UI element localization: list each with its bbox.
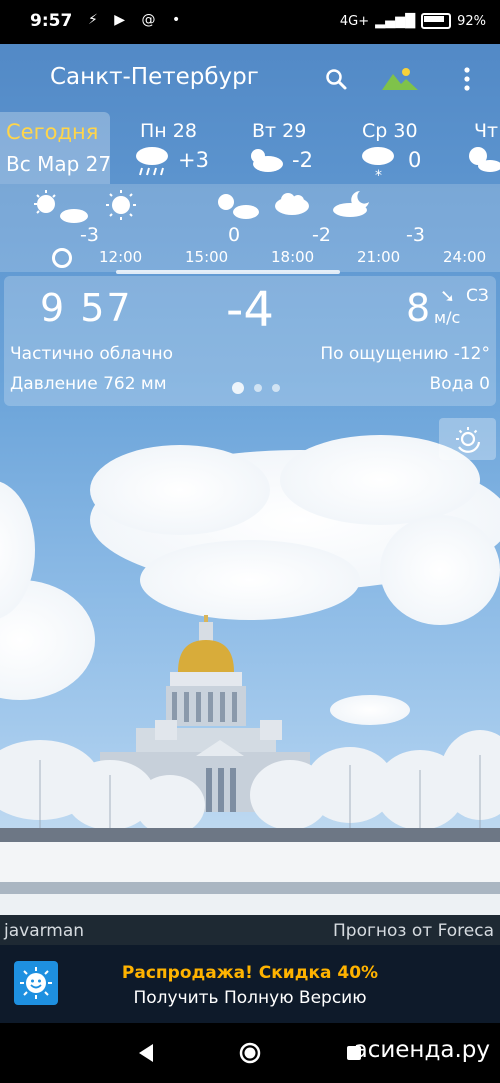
attribution-bar: javarman Прогноз от Foreca <box>0 915 500 945</box>
daily-forecast: Сегодня Вс Мар 27 Пн 28 +3 Вт 29 -2 Ср 3… <box>0 112 500 184</box>
day-name: Сегодня <box>6 120 99 144</box>
hourly-temp: -3 <box>80 224 99 246</box>
battery-icon <box>421 13 452 29</box>
current-time-marker-icon <box>52 248 72 268</box>
sun-icon <box>104 188 138 226</box>
cloudy-night-icon <box>330 188 374 222</box>
hourly-time: 24:00 <box>443 248 487 266</box>
promo-banner[interactable]: Распродажа! Скидка 40% Получить Полную В… <box>0 945 500 1023</box>
wind-unit: м/с <box>434 308 461 327</box>
home-icon[interactable] <box>238 1041 262 1065</box>
hourly-time: 21:00 <box>357 248 401 266</box>
day-today[interactable]: Сегодня Вс Мар 27 <box>0 112 112 184</box>
cloud-icon <box>272 190 312 220</box>
system-nav-bar: асиенда.ру <box>0 1023 500 1083</box>
partly-cloudy-icon <box>244 144 286 178</box>
landscape-icon[interactable] <box>382 64 418 94</box>
page-dot-active <box>232 382 244 394</box>
day-name: Вт 29 <box>252 120 307 142</box>
hourly-temp: -3 <box>406 224 425 246</box>
watermark-text: асиенда.ру <box>353 1037 490 1063</box>
wind-direction: СЗ <box>466 286 489 306</box>
current-time: 9 57 <box>40 286 133 330</box>
network-label: 4G+ <box>339 13 370 29</box>
pressure: Давление 762 мм <box>10 374 167 394</box>
more-options-icon[interactable] <box>452 64 482 94</box>
status-time: 9:57 <box>30 11 73 31</box>
page-dot <box>272 384 280 392</box>
back-icon[interactable] <box>134 1041 158 1065</box>
hourly-temp: 0 <box>228 224 241 246</box>
page-indicator <box>232 382 280 394</box>
forecast-provider[interactable]: Прогноз от Foreca <box>333 921 494 941</box>
day-wed[interactable]: Ср 30 * 0 <box>356 112 456 184</box>
status-notification-icons: ⚡ ▶ @ • <box>88 12 187 28</box>
wind-speed: 8 <box>406 286 431 330</box>
condition-text: Частично облачно <box>10 344 174 364</box>
page-dot <box>254 384 262 392</box>
hourly-temp: -2 <box>312 224 331 246</box>
city-title[interactable]: Санкт-Петербург <box>50 64 259 90</box>
sun-cycle-icon <box>455 427 480 453</box>
partly-cloudy-icon <box>464 144 500 178</box>
day-temp: 0 <box>408 148 422 172</box>
promo-sale-text: Распродажа! Скидка 40% <box>121 963 379 983</box>
hourly-time: 18:00 <box>271 248 315 266</box>
rain-icon <box>132 144 172 180</box>
day-name: Ср 30 <box>362 120 418 142</box>
promo-cta-text: Получить Полную Версию <box>133 988 367 1008</box>
status-bar: 9:57 ⚡ ▶ @ • 4G+ ▂▄▆█ 92% <box>0 0 500 44</box>
signal-icon: ▂▄▆█ <box>375 13 416 29</box>
partly-cloudy-icon <box>32 188 92 228</box>
day-name: Пн 28 <box>140 120 197 142</box>
water-temperature: Вода 0 <box>429 374 490 394</box>
day-name: Чт <box>474 120 499 142</box>
feels-like: По ощущению -12° <box>320 344 490 364</box>
day-mon[interactable]: Пн 28 +3 <box>128 112 228 184</box>
wind-direction-arrow-icon: ➘ <box>440 286 456 307</box>
day-tue[interactable]: Вт 29 -2 <box>242 112 342 184</box>
day-temp: +3 <box>178 148 209 172</box>
current-conditions-panel[interactable]: 9 57 -4 8 ➘ СЗ м/с Частично облачно По о… <box>4 276 496 406</box>
sun-info-button[interactable] <box>439 418 496 460</box>
photo-author[interactable]: javarman <box>4 921 84 941</box>
battery-level: 92% <box>457 13 486 29</box>
search-icon[interactable] <box>321 64 351 94</box>
partly-cloudy-icon <box>212 188 262 226</box>
hourly-scroll-indicator <box>116 270 340 274</box>
day-date: Вс Мар 27 <box>6 152 112 176</box>
current-temperature: -4 <box>226 282 274 338</box>
background-photo <box>0 410 500 915</box>
svg-text:*: * <box>375 168 382 182</box>
day-thu[interactable]: Чт <box>462 112 500 184</box>
day-temp: -2 <box>292 148 313 172</box>
status-right: 4G+ ▂▄▆█ 92% <box>340 13 486 29</box>
hourly-forecast[interactable]: -3 0 -2 -3 12:00 15:00 18:00 21:00 24:00 <box>0 184 500 274</box>
snow-icon: * <box>358 142 398 186</box>
hourly-time: 12:00 <box>99 248 143 266</box>
app-toolbar: Санкт-Петербург <box>0 44 500 112</box>
hourly-time: 15:00 <box>185 248 229 266</box>
